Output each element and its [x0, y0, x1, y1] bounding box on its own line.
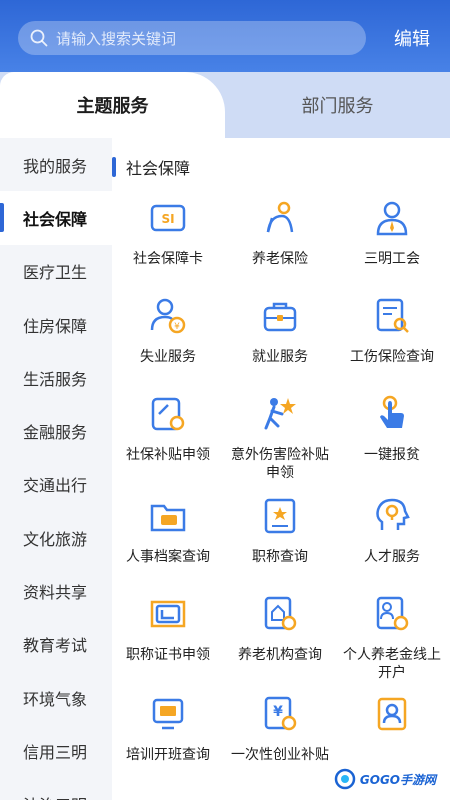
id-badge-icon — [377, 697, 407, 731]
watermark-text: GOGO手游网 — [359, 772, 436, 787]
service-one-click-report[interactable]: 一键报贫 — [336, 394, 448, 464]
section-title: 社会保障 — [126, 159, 191, 178]
social-security-card-icon: SI — [150, 204, 186, 232]
edit-button[interactable]: 编辑 — [394, 25, 430, 51]
service-injury-insurance-query[interactable]: 工伤保险查询 — [336, 296, 448, 366]
sidebar-item-my-services[interactable]: 我的服务 — [0, 138, 112, 191]
section-header: 社会保障 — [112, 156, 190, 178]
accident-insurance-icon — [264, 398, 296, 430]
sidebar-item-transport[interactable]: 交通出行 — [0, 458, 112, 511]
service-subsidy-apply[interactable]: 社保补贴申领 — [112, 394, 224, 464]
service-social-security-card[interactable]: SI 社会保障卡 — [112, 198, 224, 268]
sidebar-item-education[interactable]: 教育考试 — [0, 618, 112, 671]
unemployment-icon: ¥ — [150, 298, 186, 334]
elderly-institution-icon — [264, 596, 297, 631]
top-bar: 请输入搜索关键词 编辑 — [0, 0, 450, 78]
tab-bar: 主题服务 部门服务 — [0, 72, 450, 138]
service-accident-insurance[interactable]: 意外伤害险补贴申领 — [224, 394, 336, 482]
svg-text:¥: ¥ — [273, 704, 283, 720]
service-pension-insurance[interactable]: 养老保险 — [224, 198, 336, 268]
search-icon — [30, 29, 48, 47]
service-startup-subsidy[interactable]: ¥ 一次性创业补贴 — [224, 694, 336, 764]
service-title-query[interactable]: 职称查询 — [224, 496, 336, 566]
training-screen-icon — [152, 698, 184, 730]
tab-department-services[interactable]: 部门服务 — [225, 72, 450, 138]
subsidy-apply-icon — [151, 397, 185, 431]
search-placeholder: 请输入搜索关键词 — [56, 29, 177, 48]
sidebar-item-environment[interactable]: 环境气象 — [0, 671, 112, 724]
sidebar-item-rule-of-law[interactable]: 法治三明 — [0, 778, 112, 800]
category-sidebar: 我的服务 社会保障 医疗卫生 住房保障 生活服务 金融服务 交通出行 文化旅游 … — [0, 138, 112, 800]
sidebar-item-data-sharing[interactable]: 资料共享 — [0, 564, 112, 617]
service-employment[interactable]: 就业服务 — [224, 296, 336, 366]
sidebar-item-culture-tourism[interactable]: 文化旅游 — [0, 511, 112, 564]
certificate-book-icon — [150, 600, 186, 628]
service-id-badge[interactable] — [336, 694, 448, 746]
talent-head-icon — [376, 498, 410, 530]
sidebar-item-healthcare[interactable]: 医疗卫生 — [0, 245, 112, 298]
service-title-certificate-apply[interactable]: 职称证书申领 — [112, 594, 224, 664]
briefcase-icon — [263, 302, 297, 332]
service-panel: 社会保障 SI 社会保障卡 养老保险 三明工会 ¥ 失业服务 就业服务 工伤保险… — [112, 138, 450, 800]
archive-folder-icon — [150, 504, 186, 532]
service-trade-union[interactable]: 三明工会 — [336, 198, 448, 268]
service-personnel-archive-query[interactable]: 人事档案查询 — [112, 496, 224, 566]
svg-text:¥: ¥ — [174, 322, 180, 332]
personal-pension-icon — [376, 596, 409, 631]
title-certificate-icon — [264, 498, 296, 534]
sidebar-item-social-security[interactable]: 社会保障 — [0, 191, 112, 245]
service-personal-pension-account[interactable]: 个人养老金线上开户 — [336, 594, 448, 682]
tab-theme-services[interactable]: 主题服务 — [0, 72, 225, 138]
service-talent[interactable]: 人才服务 — [336, 496, 448, 566]
svg-text:SI: SI — [161, 212, 174, 226]
service-elderly-institution-query[interactable]: 养老机构查询 — [224, 594, 336, 664]
sidebar-item-credit[interactable]: 信用三明 — [0, 724, 112, 777]
watermark-logo-icon — [334, 768, 356, 790]
service-unemployment[interactable]: ¥ 失业服务 — [112, 296, 224, 366]
trade-union-icon — [376, 201, 408, 236]
search-input[interactable]: 请输入搜索关键词 — [18, 21, 366, 55]
injury-insurance-query-icon — [376, 298, 409, 333]
service-training-class-query[interactable]: 培训开班查询 — [112, 694, 224, 764]
watermark: GOGO手游网 — [329, 766, 444, 792]
sidebar-item-housing[interactable]: 住房保障 — [0, 298, 112, 351]
tap-hand-icon — [380, 395, 404, 428]
section-accent-bar — [112, 157, 116, 177]
sidebar-item-finance[interactable]: 金融服务 — [0, 404, 112, 457]
sidebar-item-life-services[interactable]: 生活服务 — [0, 351, 112, 404]
startup-subsidy-icon: ¥ — [264, 696, 297, 731]
pension-insurance-icon — [266, 201, 294, 233]
